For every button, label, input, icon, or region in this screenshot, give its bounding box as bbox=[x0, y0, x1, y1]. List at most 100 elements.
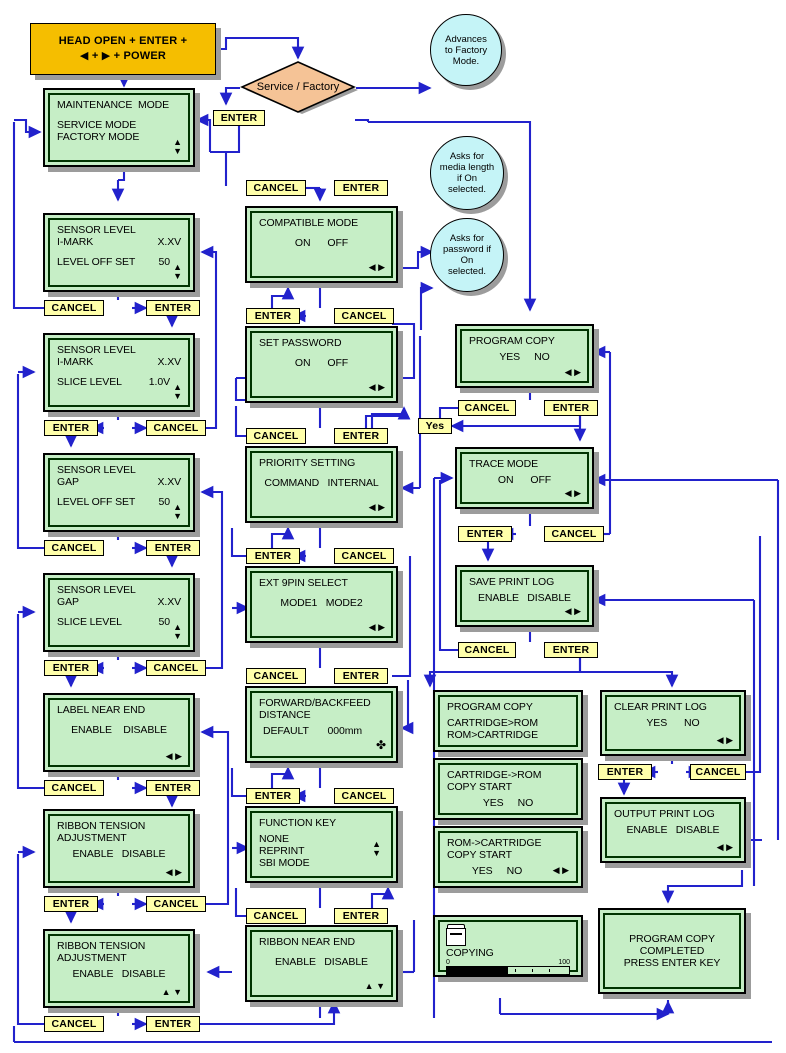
options[interactable]: COMMAND INTERNAL bbox=[259, 477, 384, 489]
options[interactable]: YES NO bbox=[447, 797, 569, 809]
key-cancel-sensor-imark-offset[interactable]: CANCEL bbox=[44, 300, 104, 316]
key-enter-top[interactable]: ENTER bbox=[213, 110, 265, 126]
field-value[interactable]: 000mm bbox=[327, 725, 362, 737]
screen-ext-9pin-select: EXT 9PIN SELECT MODE1 MODE2 ◀ ▶ bbox=[245, 566, 398, 643]
title: EXT 9PIN SELECT bbox=[259, 577, 348, 589]
options[interactable]: ENABLE DISABLE bbox=[57, 724, 181, 736]
key-enter-sensor-imark-slice[interactable]: ENTER bbox=[44, 420, 98, 436]
key-cancel-set-password[interactable]: CANCEL bbox=[246, 428, 306, 444]
key-enter-forward-backfeed[interactable]: ENTER bbox=[246, 788, 300, 804]
start-key-combo-box: HEAD OPEN + ENTER + ◀ + ▶ + POWER bbox=[30, 23, 216, 75]
options[interactable]: ON OFF bbox=[259, 237, 384, 249]
up-down-indicator-icon: ▲ ▼ bbox=[173, 382, 182, 401]
key-enter-ribbon-tension-2[interactable]: ENTER bbox=[146, 1016, 200, 1032]
options[interactable]: ENABLE DISABLE bbox=[259, 956, 384, 968]
options[interactable]: ENABLE DISABLE bbox=[57, 968, 181, 980]
key-enter-compatible-mode-top[interactable]: ENTER bbox=[334, 180, 388, 196]
key-cancel-sensor-gap-slice[interactable]: CANCEL bbox=[146, 660, 206, 676]
key-cancel-ribbon-tension-1[interactable]: CANCEL bbox=[146, 896, 206, 912]
maintenance-option-factory[interactable]: FACTORY MODE bbox=[57, 131, 181, 143]
key-cancel-clear-print-log[interactable]: CANCEL bbox=[690, 764, 746, 780]
value-top: X.XV bbox=[157, 356, 181, 368]
up-down-indicator-icon: ▲ ▼ bbox=[173, 502, 182, 521]
key-yes-branch[interactable]: Yes bbox=[418, 418, 452, 434]
key-cancel-save-print-log[interactable]: CANCEL bbox=[458, 642, 516, 658]
options[interactable]: MODE1 MODE2 bbox=[259, 597, 384, 609]
options[interactable]: YES NO bbox=[614, 717, 732, 729]
maintenance-option-service[interactable]: SERVICE MODE bbox=[57, 119, 181, 131]
key-enter-label-near-end[interactable]: ENTER bbox=[146, 780, 200, 796]
option-cartridge-to-rom[interactable]: CARTRIDGE>ROM bbox=[447, 717, 569, 729]
key-enter-ext-9pin[interactable]: ENTER bbox=[334, 668, 388, 684]
key-cancel-trace-mode[interactable]: CANCEL bbox=[544, 526, 604, 542]
note-password: Asks for password if On selected. bbox=[430, 218, 504, 292]
options[interactable]: YES NO bbox=[447, 865, 569, 877]
left-right-indicator-icon: ◀ ▶ bbox=[552, 865, 569, 875]
options[interactable]: ON OFF bbox=[469, 474, 580, 486]
screen-cartridge-to-rom-copy-start: CARTRIDGE->ROM COPY START YES NO bbox=[433, 758, 583, 820]
field-value[interactable]: 50 bbox=[159, 616, 171, 628]
key-enter-clear-print-log[interactable]: ENTER bbox=[598, 764, 652, 780]
screen-set-password: SET PASSWORD ON OFF ◀ ▶ bbox=[245, 326, 398, 403]
option-rom-to-cartridge[interactable]: ROM>CARTRIDGE bbox=[447, 729, 569, 741]
field-value[interactable]: 1.0V bbox=[149, 376, 170, 388]
copying-label: COPYING bbox=[446, 947, 494, 959]
service-factory-decision: Service / Factory bbox=[238, 60, 358, 114]
key-enter-save-print-log[interactable]: ENTER bbox=[544, 642, 598, 658]
option-none[interactable]: NONE bbox=[259, 833, 384, 845]
field-label: LEVEL OFF SET bbox=[57, 496, 136, 508]
key-enter-ribbon-tension-1[interactable]: ENTER bbox=[44, 896, 98, 912]
start-line-1: HEAD OPEN + ENTER + bbox=[58, 35, 188, 47]
key-cancel-compatible-mode-top[interactable]: CANCEL bbox=[246, 180, 306, 196]
field-label: SLICE LEVEL bbox=[57, 376, 122, 388]
screen-label-near-end: LABEL NEAR END ENABLE DISABLE ◀ ▶ bbox=[43, 693, 195, 772]
options[interactable]: ENABLE DISABLE bbox=[614, 824, 732, 836]
key-cancel-sensor-gap-offset[interactable]: CANCEL bbox=[44, 540, 104, 556]
key-enter-trace-mode[interactable]: ENTER bbox=[458, 526, 512, 542]
title2: COPY START bbox=[447, 849, 512, 861]
title: CLEAR PRINT LOG bbox=[614, 701, 707, 713]
options[interactable]: ON OFF bbox=[259, 357, 384, 369]
title: ROM->CARTRIDGE bbox=[447, 837, 542, 849]
screen-rom-to-cartridge-copy-start: ROM->CARTRIDGE COPY START YES NO ◀ ▶ bbox=[433, 826, 583, 888]
option-sbi-mode[interactable]: SBI MODE bbox=[259, 857, 384, 869]
screen-function-key: FUNCTION KEY NONE REPRINT SBI MODE ▲ ▼ bbox=[245, 806, 398, 883]
note-password-text: Asks for password if On selected. bbox=[442, 233, 492, 277]
key-cancel-compatible-mode[interactable]: CANCEL bbox=[334, 308, 394, 324]
screen-sensor-level-imark-offset: SENSOR LEVEL I-MARK X.XV LEVEL OFF SET 5… bbox=[43, 213, 195, 292]
options[interactable]: YES NO bbox=[469, 351, 580, 363]
key-enter-sensor-gap-offset[interactable]: ENTER bbox=[146, 540, 200, 556]
key-enter-set-password[interactable]: ENTER bbox=[334, 428, 388, 444]
key-enter-sensor-imark-offset[interactable]: ENTER bbox=[146, 300, 200, 316]
key-cancel-program-copy[interactable]: CANCEL bbox=[458, 400, 516, 416]
start-line-2: ◀ + ▶ + POWER bbox=[79, 50, 167, 62]
screen-copying: COPYING 0 100 bbox=[433, 915, 583, 977]
key-enter-function-key[interactable]: ENTER bbox=[334, 908, 388, 924]
scale-max: 100 bbox=[558, 959, 570, 966]
field-value[interactable]: 50 bbox=[159, 256, 171, 268]
value-top: X.XV bbox=[157, 596, 181, 608]
options[interactable]: ENABLE DISABLE bbox=[469, 592, 580, 604]
up-down-indicator-icon: ▲ ▼ bbox=[173, 262, 182, 281]
key-enter-compatible-mode[interactable]: ENTER bbox=[246, 308, 300, 324]
key-enter-priority-setting[interactable]: ENTER bbox=[246, 548, 300, 564]
key-cancel-ext-9pin[interactable]: CANCEL bbox=[246, 668, 306, 684]
left-right-indicator-icon: ◀ ▶ bbox=[716, 842, 733, 852]
field-value[interactable]: 50 bbox=[159, 496, 171, 508]
key-cancel-sensor-imark-slice[interactable]: CANCEL bbox=[146, 420, 206, 436]
screen-compatible-mode: COMPATIBLE MODE ON OFF ◀ ▶ bbox=[245, 206, 398, 283]
key-cancel-priority-setting[interactable]: CANCEL bbox=[334, 548, 394, 564]
options[interactable]: ENABLE DISABLE bbox=[57, 848, 181, 860]
key-cancel-ribbon-tension-2[interactable]: CANCEL bbox=[44, 1016, 104, 1032]
key-cancel-forward-backfeed[interactable]: CANCEL bbox=[334, 788, 394, 804]
title: SENSOR LEVEL bbox=[57, 224, 136, 236]
key-enter-sensor-gap-slice[interactable]: ENTER bbox=[44, 660, 98, 676]
scale-min: 0 bbox=[446, 959, 450, 966]
key-cancel-function-key[interactable]: CANCEL bbox=[246, 908, 306, 924]
left-right-indicator-icon: ◀ ▶ bbox=[368, 622, 385, 632]
option-reprint[interactable]: REPRINT bbox=[259, 845, 384, 857]
key-enter-program-copy[interactable]: ENTER bbox=[544, 400, 598, 416]
key-cancel-label-near-end[interactable]: CANCEL bbox=[44, 780, 104, 796]
left-right-indicator-icon: ◀ ▶ bbox=[564, 488, 581, 498]
left-right-indicator-icon: ◀ ▶ bbox=[165, 751, 182, 761]
